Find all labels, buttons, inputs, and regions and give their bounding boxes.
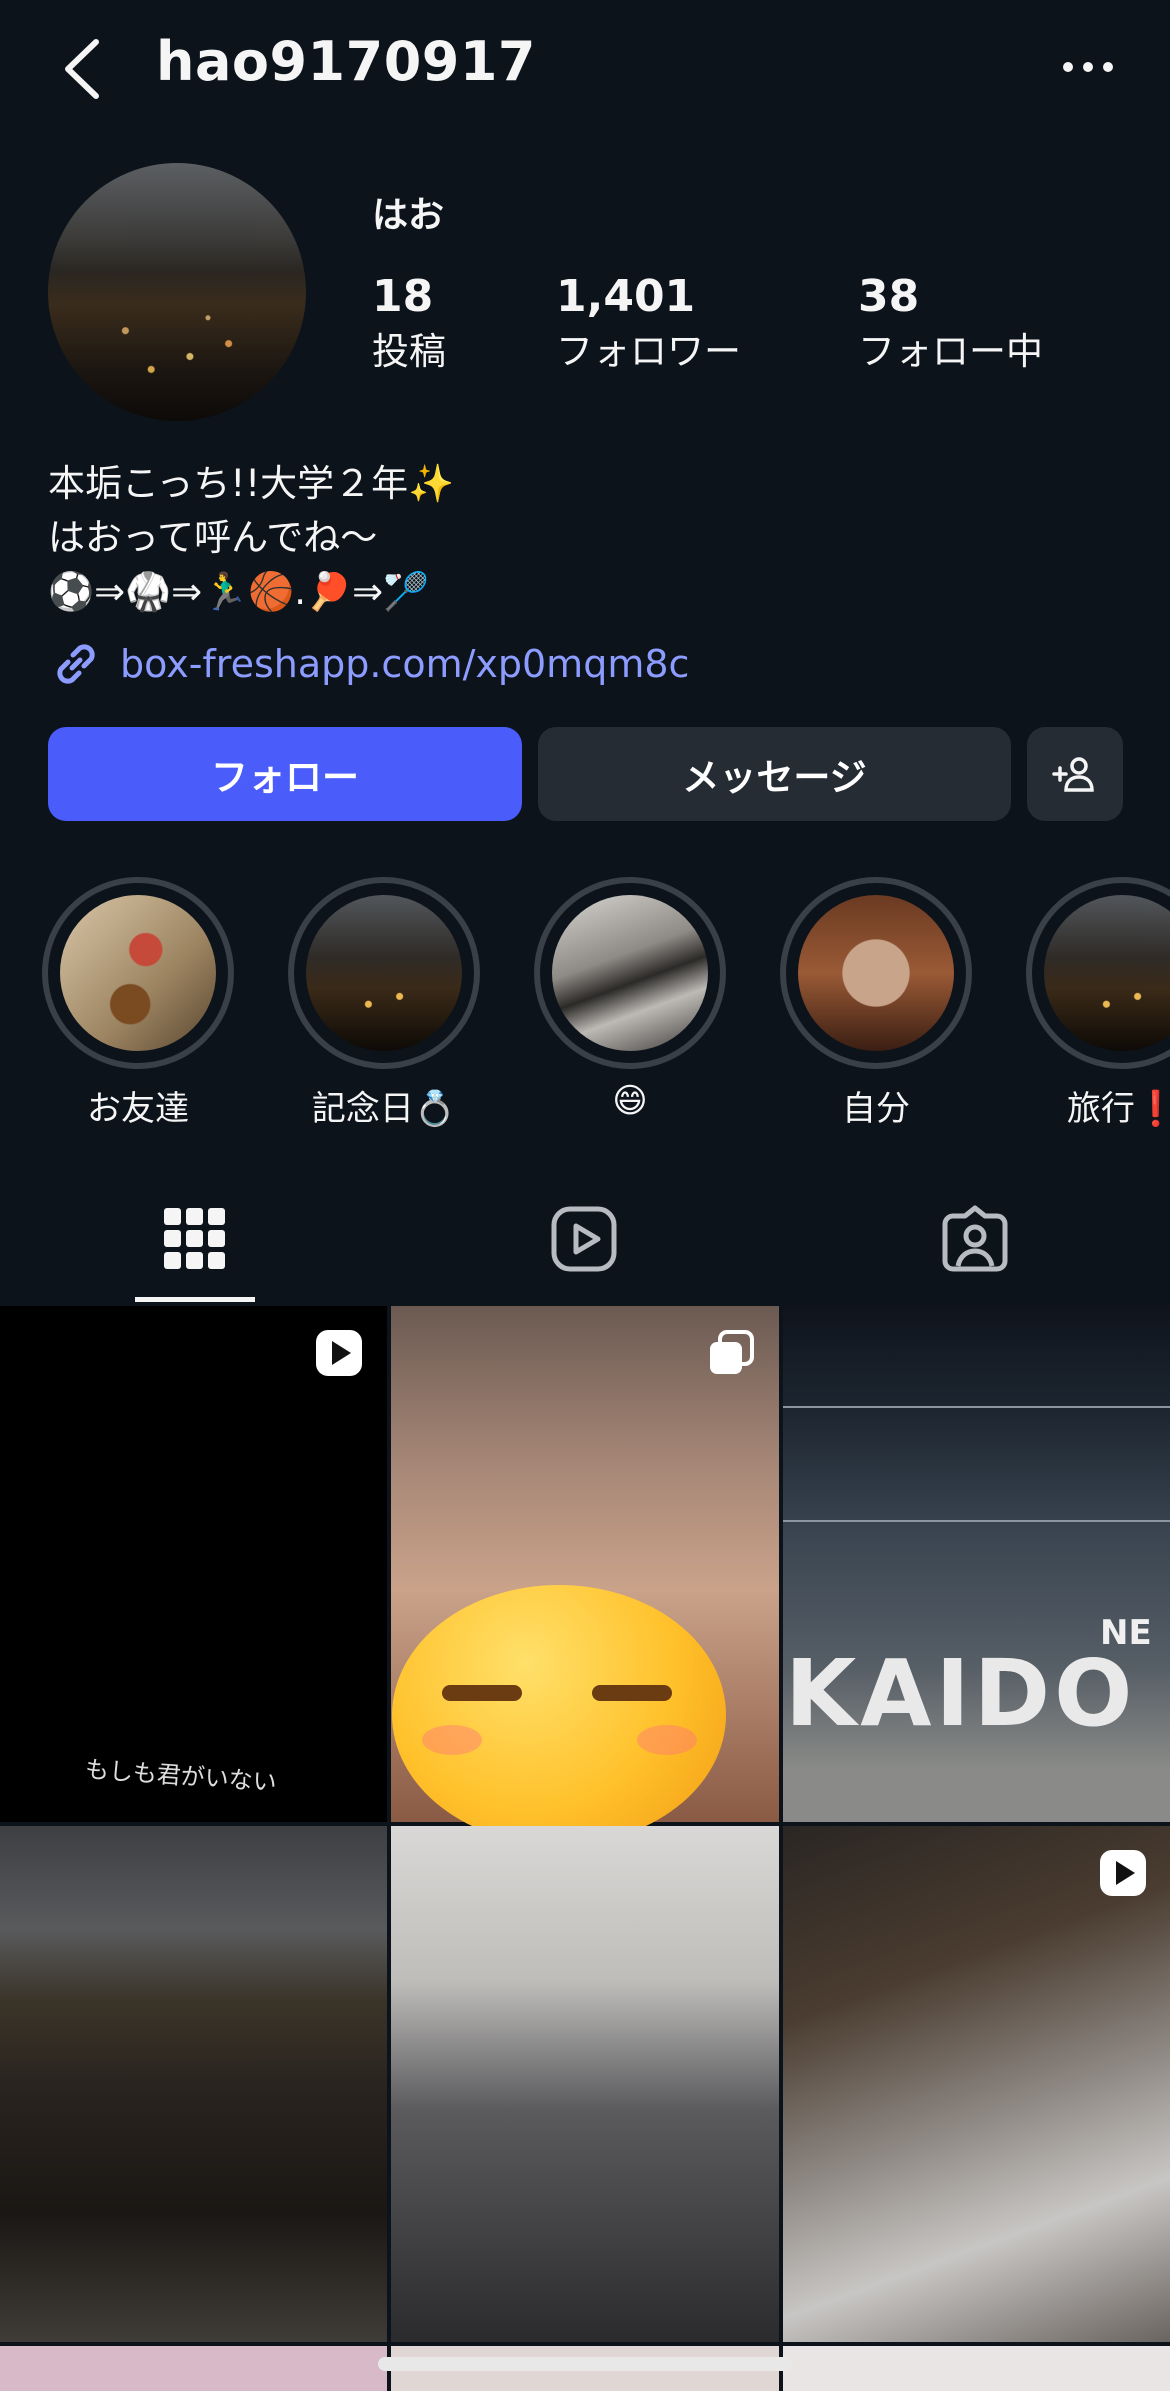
- highlight-self[interactable]: 自分: [776, 877, 976, 1130]
- link-icon: [57, 644, 95, 684]
- post-sign-text: NE: [1100, 1613, 1152, 1653]
- highlight-label: 😄: [612, 1081, 648, 1121]
- display-name: はお: [372, 195, 445, 236]
- chevron-left-icon[interactable]: [58, 34, 108, 104]
- post-thumbnail[interactable]: [0, 2346, 387, 2391]
- following-label: フォロー中: [858, 330, 1043, 373]
- posts-label: 投稿: [372, 330, 446, 373]
- home-indicator: [378, 2357, 792, 2371]
- relieved-face-emoji: [392, 1585, 726, 1845]
- carousel-badge-icon: [710, 1330, 754, 1374]
- highlight-thumbnail: [306, 895, 462, 1051]
- highlight-label: 旅行❗: [1066, 1089, 1170, 1129]
- highlight-label: お友達: [87, 1089, 189, 1129]
- post-thumbnail[interactable]: [0, 1826, 387, 2342]
- highlight-label: 記念日💍: [311, 1089, 457, 1129]
- profile-avatar[interactable]: [48, 163, 306, 421]
- followers-count: 1,401: [556, 271, 696, 322]
- followers-label: フォロワー: [556, 330, 741, 373]
- profile-tabs: [0, 1180, 1170, 1304]
- profile-link[interactable]: box-freshapp.com/xp0mqm8c: [48, 636, 689, 692]
- follow-button[interactable]: フォロー: [48, 727, 522, 821]
- highlight-thumbnail: [60, 895, 216, 1051]
- profile-bio: 本垢こっち!!大学２年✨ はおって呼んでね〜 ⚽⇒🥋⇒🏃‍♂️🏀.🏓⇒🏸: [48, 457, 454, 619]
- highlight-ring: [780, 877, 972, 1069]
- highlight-anniversary[interactable]: 記念日💍: [284, 877, 484, 1130]
- more-horizontal-icon[interactable]: [1058, 52, 1118, 82]
- building-detail: [783, 1520, 1170, 1522]
- highlight-thumbnail: [1044, 895, 1170, 1051]
- play-badge-icon: [316, 1330, 362, 1376]
- bio-line: 本垢こっち!!大学２年✨: [48, 462, 455, 505]
- highlight-label: 自分: [842, 1089, 910, 1129]
- highlight-ring: [534, 877, 726, 1069]
- bio-line: ⚽⇒🥋⇒🏃‍♂️🏀.🏓⇒🏸: [48, 570, 430, 613]
- grid-icon[interactable]: [160, 1204, 230, 1274]
- profile-screen: hao9170917 はお 18 投稿 1,401 フォロワー 38 フォロー中…: [0, 0, 1170, 2391]
- post-sign-text: KAIDO: [785, 1640, 1137, 1747]
- message-button[interactable]: メッセージ: [538, 727, 1011, 821]
- highlight-smile[interactable]: 😄: [530, 877, 730, 1121]
- highlight-thumbnail: [798, 895, 954, 1051]
- post-thumbnail[interactable]: [783, 1826, 1170, 2342]
- highlight-ring: [288, 877, 480, 1069]
- highlight-friends[interactable]: お友達: [38, 877, 238, 1130]
- profile-username: hao9170917: [156, 30, 536, 93]
- posts-stat[interactable]: 18 投稿: [372, 272, 446, 376]
- reels-icon[interactable]: [549, 1204, 619, 1274]
- posts-count: 18: [372, 271, 434, 322]
- following-stat[interactable]: 38 フォロー中: [858, 272, 1043, 376]
- emoji-eye: [442, 1685, 522, 1701]
- add-user-icon: [1052, 757, 1094, 792]
- following-count: 38: [858, 271, 920, 322]
- top-bar: hao9170917: [0, 0, 1170, 130]
- link-text: box-freshapp.com/xp0mqm8c: [120, 642, 690, 686]
- play-badge-icon: [1100, 1850, 1146, 1896]
- bio-line: はおって呼んでね〜: [48, 516, 378, 559]
- post-thumbnail[interactable]: [783, 2346, 1170, 2391]
- post-thumbnail[interactable]: [0, 1306, 387, 1822]
- emoji-eye: [592, 1685, 672, 1701]
- emoji-blush: [422, 1725, 482, 1755]
- highlight-thumbnail: [552, 895, 708, 1051]
- add-user-button[interactable]: [1027, 727, 1123, 821]
- active-tab-indicator: [135, 1297, 255, 1302]
- followers-stat[interactable]: 1,401 フォロワー: [556, 272, 741, 376]
- tagged-icon[interactable]: [940, 1204, 1010, 1274]
- post-thumbnail[interactable]: [391, 1826, 779, 2342]
- highlight-travel[interactable]: 旅行❗: [1022, 877, 1170, 1130]
- emoji-blush: [637, 1725, 697, 1755]
- highlight-ring: [42, 877, 234, 1069]
- building-detail: [783, 1406, 1170, 1408]
- highlight-ring: [1026, 877, 1170, 1069]
